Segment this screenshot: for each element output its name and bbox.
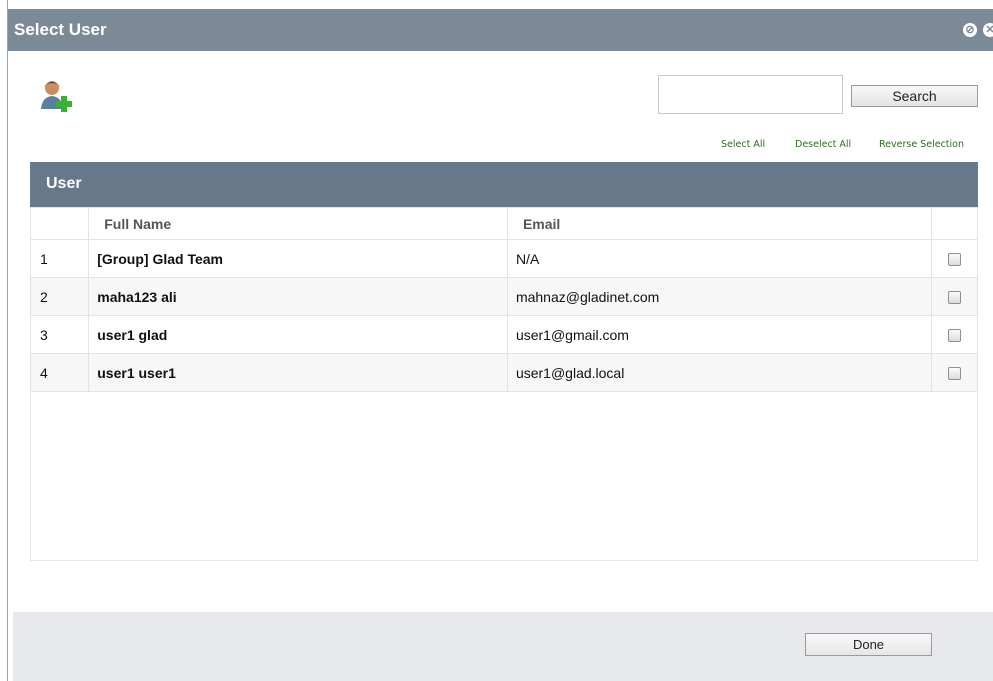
user-grid: User Full Name Email 1 [Group] Glad Team… (29, 162, 978, 561)
row-checkbox[interactable] (948, 367, 962, 381)
select-user-dialog: Select User ⊘ ✕ Search Select All Desele… (8, 9, 993, 681)
table-header-row: Full Name Email (29, 207, 978, 240)
deselect-all-link[interactable]: Deselect All (795, 139, 851, 150)
row-number: 3 (29, 315, 90, 354)
column-header-select (931, 207, 978, 240)
row-full-name: user1 glad (88, 315, 508, 354)
reverse-selection-link[interactable]: Reverse Selection (879, 139, 964, 150)
grid-header: User (30, 162, 978, 207)
row-checkbox[interactable] (948, 291, 962, 305)
row-email: user1@gmail.com (506, 315, 933, 354)
row-full-name: user1 user1 (88, 353, 508, 392)
search-input[interactable] (658, 75, 843, 114)
user-add-icon[interactable] (39, 79, 73, 115)
table-row[interactable]: 3 user1 glad user1@gmail.com (29, 315, 978, 354)
select-all-link[interactable]: Select All (721, 139, 765, 150)
close-icon[interactable]: ✕ (983, 23, 993, 37)
column-header-number (29, 207, 90, 240)
column-header-full-name[interactable]: Full Name (88, 207, 508, 240)
search-button[interactable]: Search (851, 85, 978, 107)
row-checkbox[interactable] (948, 329, 962, 343)
column-header-email[interactable]: Email (506, 207, 933, 240)
row-checkbox[interactable] (948, 253, 962, 267)
row-email: N/A (506, 239, 933, 278)
user-table: Full Name Email 1 [Group] Glad Team N/A … (29, 207, 978, 392)
dialog-titlebar: Select User ⊘ ✕ (8, 9, 993, 51)
table-row[interactable]: 1 [Group] Glad Team N/A (29, 239, 978, 278)
row-number: 2 (29, 277, 90, 316)
row-full-name: maha123 ali (88, 277, 508, 316)
table-row[interactable]: 2 maha123 ali mahnaz@gladinet.com (29, 277, 978, 316)
dialog-title: Select User (14, 20, 107, 39)
block-icon[interactable]: ⊘ (963, 23, 977, 37)
table-row[interactable]: 4 user1 user1 user1@glad.local (29, 353, 978, 392)
done-button[interactable]: Done (805, 633, 932, 656)
dialog-footer: Done (13, 612, 993, 681)
row-number: 4 (29, 353, 90, 392)
window-edge (0, 0, 8, 681)
row-email: user1@glad.local (506, 353, 933, 392)
row-email: mahnaz@gladinet.com (506, 277, 933, 316)
row-number: 1 (29, 239, 90, 278)
row-full-name: [Group] Glad Team (88, 239, 508, 278)
grid-title: User (46, 175, 82, 192)
